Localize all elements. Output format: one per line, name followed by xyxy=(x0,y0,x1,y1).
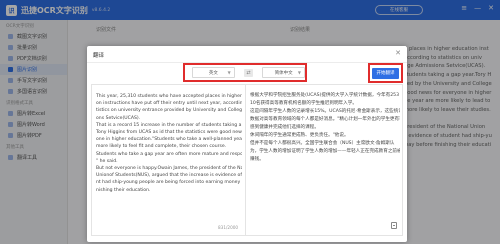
source-text-line: tistics on university entrance provided … xyxy=(96,108,242,114)
source-language-value: 英文 xyxy=(208,70,218,76)
copy-icon[interactable] xyxy=(391,222,397,229)
close-icon[interactable]: ✕ xyxy=(395,49,401,57)
translate-button-highlight: 开始翻译 xyxy=(368,63,403,83)
language-selector-highlight: 英文 ▼ ⇄ 简体中文 ▼ xyxy=(183,63,307,82)
target-language-value: 简体中文 xyxy=(274,70,293,76)
target-language-select[interactable]: 简体中文 ▼ xyxy=(262,67,305,78)
source-text-line: " he said. xyxy=(96,158,118,164)
source-text-line: Tony Higgins from UCAS as id that the st… xyxy=(96,130,242,136)
pane-divider xyxy=(245,85,246,235)
source-text-line: on instructions have put off their entry… xyxy=(96,101,242,107)
chevron-down-icon: ▼ xyxy=(227,70,231,75)
translated-text-line: 10名获得高等教育机构名额的学生推迟到明年入学。 xyxy=(250,101,357,106)
translated-text-line: 这是间隔年学生人数的记录增长15%。UCAS的托尼·希金斯表示，这些统计 xyxy=(250,109,400,114)
translated-text-line: 休间隔年的学生通常更成熟、更负责任。"他说。 xyxy=(250,133,349,138)
translated-text-line: 赚钱。 xyxy=(250,157,264,162)
translate-dialog: 翻译 ✕ 英文 ▼ ⇄ 简体中文 ▼ 开始翻译 This year, 25,31… xyxy=(87,46,407,242)
translated-text-line: 根据大学和学院招生服务处(UCAS)提供的大学入学统计数据，今年有253 xyxy=(250,93,400,98)
source-text-line: nt had ship-young people are being force… xyxy=(96,180,242,186)
source-text-area[interactable]: This year, 25,310 students who have acce… xyxy=(96,93,242,194)
source-text-line: That is a record 15 increase in the numb… xyxy=(96,122,242,128)
source-text-line: ons Setvice(UCAS). xyxy=(96,115,141,121)
chevron-down-icon: ▼ xyxy=(297,70,301,75)
character-count: 831/2000 xyxy=(218,225,239,230)
translation-panes: This year, 25,310 students who have acce… xyxy=(91,84,403,236)
source-text-line: Unionof Students(NUS), argued that the i… xyxy=(96,173,242,179)
translated-text-area[interactable]: 根据大学和学院招生服务处(UCAS)提供的大学入学统计数据，今年有253 10名获… xyxy=(250,92,400,164)
dialog-title: 翻译 xyxy=(93,53,105,59)
start-translate-button[interactable]: 开始翻译 xyxy=(372,67,399,79)
source-text-line: Students who take a gap year are often m… xyxy=(96,151,242,157)
translated-text-line: 为，学生人数的增加证明了学生人数的增加——年轻人正在完成教育之前被迫 xyxy=(250,149,400,154)
source-language-select[interactable]: 英文 ▼ xyxy=(192,67,235,78)
translated-text-line: 感到健康并完成他们选择的课程。 xyxy=(250,125,319,130)
source-text-line: nishing their education. xyxy=(96,187,151,193)
source-text-line: This year, 25,310 students who have acce… xyxy=(96,94,242,99)
source-text-line: one in higher education."Students who ta… xyxy=(96,137,242,143)
source-text-line: But not everyone is happy.Owain James, t… xyxy=(96,166,242,172)
translated-text-line: 数据对高等教育领域的每个人都是好消息。"精心计划一年外出的学生更有可能 xyxy=(250,117,400,122)
swap-languages-icon[interactable]: ⇄ xyxy=(243,68,254,77)
translated-text-line: 但并不是每个人都很高兴。全国学生联合会（NUS）主席欧文·詹姆斯认 xyxy=(250,141,395,146)
source-text-line: more likely to feel fit and complete, th… xyxy=(96,144,227,150)
